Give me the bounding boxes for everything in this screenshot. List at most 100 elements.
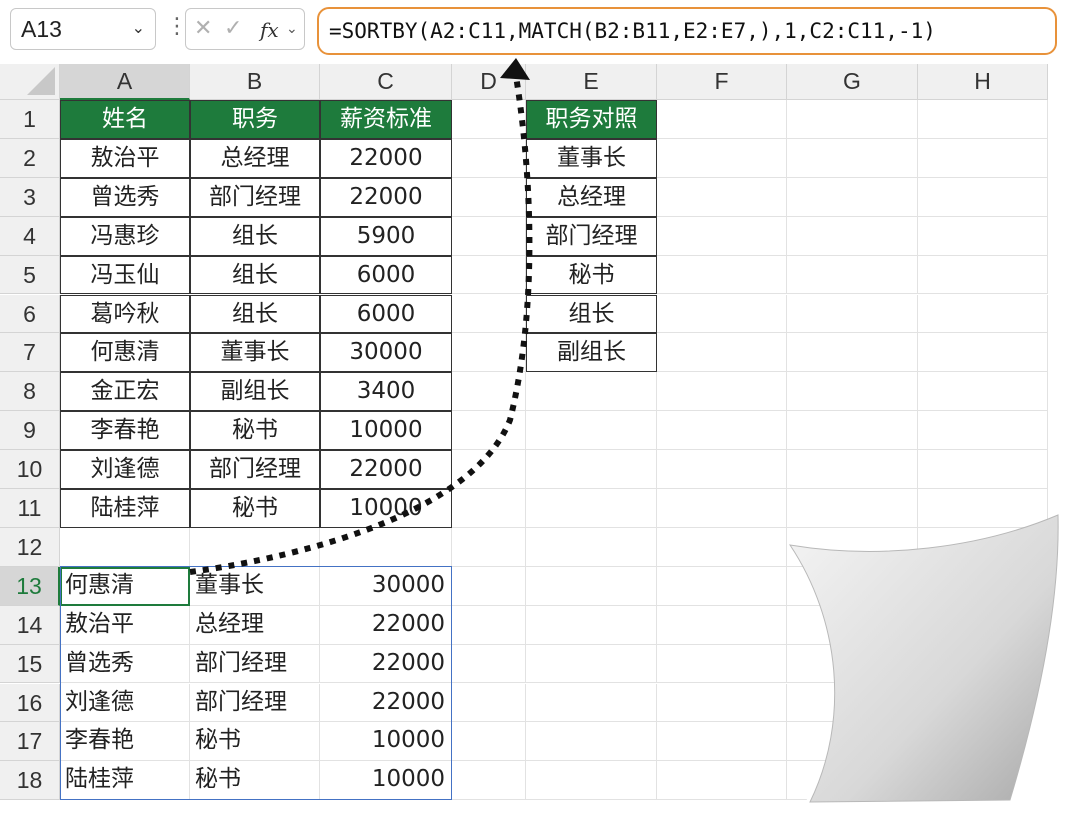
cell[interactable] — [452, 255, 526, 295]
result-cell[interactable]: 部门经理 — [190, 683, 320, 723]
cell[interactable] — [452, 100, 526, 139]
cell[interactable] — [452, 527, 526, 567]
cell[interactable] — [452, 450, 526, 489]
cell[interactable] — [452, 411, 526, 451]
cell[interactable] — [918, 450, 1048, 489]
table-cell[interactable]: 冯玉仙 — [60, 255, 190, 295]
cancel-icon[interactable]: ✕ — [194, 16, 212, 41]
cell[interactable] — [526, 683, 657, 723]
result-cell[interactable]: 30000 — [320, 566, 452, 606]
result-cell[interactable]: 总经理 — [190, 605, 320, 645]
cell[interactable] — [526, 411, 657, 451]
lookup-cell[interactable]: 总经理 — [526, 177, 657, 217]
row-header-18[interactable]: 18 — [0, 761, 60, 801]
table-cell[interactable]: 10000 — [320, 489, 452, 528]
column-header-g[interactable]: G — [787, 64, 918, 100]
row-header-2[interactable]: 2 — [0, 138, 60, 178]
table-cell[interactable]: 组长 — [190, 216, 320, 256]
cell[interactable] — [918, 605, 1048, 645]
cell[interactable] — [657, 489, 787, 528]
cell[interactable] — [787, 527, 918, 567]
column-header-a[interactable]: A — [60, 64, 190, 100]
table-header-cell[interactable]: 姓名 — [60, 100, 190, 139]
result-cell[interactable]: 刘逢德 — [60, 683, 190, 723]
cell[interactable] — [787, 411, 918, 451]
cell[interactable] — [657, 566, 787, 606]
cell[interactable] — [787, 722, 918, 762]
cell[interactable] — [657, 450, 787, 489]
row-header-6[interactable]: 6 — [0, 294, 60, 334]
table-cell[interactable]: 李春艳 — [60, 411, 190, 451]
cell[interactable] — [320, 527, 452, 567]
cell[interactable] — [657, 177, 787, 217]
cell[interactable] — [787, 372, 918, 412]
cell[interactable] — [787, 605, 918, 645]
cell[interactable] — [787, 761, 918, 801]
cell[interactable] — [452, 216, 526, 256]
cell[interactable] — [787, 177, 918, 217]
table-cell[interactable]: 总经理 — [190, 138, 320, 178]
table-cell[interactable]: 6000 — [320, 294, 452, 334]
row-header-17[interactable]: 17 — [0, 722, 60, 762]
cell[interactable] — [918, 372, 1048, 412]
table-cell[interactable]: 葛吟秋 — [60, 294, 190, 334]
result-cell[interactable]: 秘书 — [190, 722, 320, 762]
table-cell[interactable]: 10000 — [320, 411, 452, 451]
result-cell[interactable]: 董事长 — [190, 566, 320, 606]
result-cell[interactable]: 敖治平 — [60, 605, 190, 645]
active-cell[interactable]: 何惠清 — [60, 566, 190, 606]
cell[interactable] — [526, 566, 657, 606]
cell[interactable] — [918, 644, 1048, 684]
cell[interactable] — [190, 527, 320, 567]
cell[interactable] — [918, 722, 1048, 762]
cell[interactable] — [787, 216, 918, 256]
row-header-5[interactable]: 5 — [0, 255, 60, 295]
lookup-cell[interactable]: 董事长 — [526, 138, 657, 178]
cell[interactable] — [657, 527, 787, 567]
column-header-e[interactable]: E — [526, 64, 657, 100]
table-cell[interactable]: 22000 — [320, 138, 452, 178]
row-header-16[interactable]: 16 — [0, 683, 60, 723]
result-cell[interactable]: 曾选秀 — [60, 644, 190, 684]
cell[interactable] — [657, 216, 787, 256]
table-cell[interactable]: 冯惠珍 — [60, 216, 190, 256]
cell[interactable] — [526, 527, 657, 567]
cell[interactable] — [452, 489, 526, 528]
result-cell[interactable]: 李春艳 — [60, 722, 190, 762]
table-cell[interactable]: 董事长 — [190, 333, 320, 373]
row-header-3[interactable]: 3 — [0, 177, 60, 217]
column-header-h[interactable]: H — [918, 64, 1048, 100]
cell[interactable] — [60, 527, 190, 567]
table-cell[interactable]: 22000 — [320, 450, 452, 489]
cell[interactable] — [657, 761, 787, 801]
check-icon[interactable]: ✓ — [224, 16, 242, 41]
result-cell[interactable]: 22000 — [320, 644, 452, 684]
cell[interactable] — [918, 527, 1048, 567]
cell[interactable] — [918, 333, 1048, 373]
cell[interactable] — [657, 605, 787, 645]
lookup-cell[interactable]: 组长 — [526, 294, 657, 334]
cell[interactable] — [526, 761, 657, 801]
cell[interactable] — [452, 294, 526, 334]
cell[interactable] — [657, 100, 787, 139]
cell[interactable] — [526, 372, 657, 412]
lookup-cell[interactable]: 副组长 — [526, 333, 657, 373]
cell[interactable] — [526, 605, 657, 645]
table-cell[interactable]: 部门经理 — [190, 177, 320, 217]
cell[interactable] — [918, 138, 1048, 178]
table-cell[interactable]: 陆桂萍 — [60, 489, 190, 528]
cell[interactable] — [657, 294, 787, 334]
column-header-d[interactable]: D — [452, 64, 526, 100]
table-cell[interactable]: 金正宏 — [60, 372, 190, 412]
row-header-12[interactable]: 12 — [0, 527, 60, 567]
table-cell[interactable]: 6000 — [320, 255, 452, 295]
cell[interactable] — [452, 644, 526, 684]
cell[interactable] — [452, 177, 526, 217]
result-cell[interactable]: 10000 — [320, 722, 452, 762]
cell[interactable] — [657, 372, 787, 412]
table-cell[interactable]: 部门经理 — [190, 450, 320, 489]
cell[interactable] — [452, 605, 526, 645]
table-cell[interactable]: 敖治平 — [60, 138, 190, 178]
table-cell[interactable]: 秘书 — [190, 411, 320, 451]
cell[interactable] — [918, 100, 1048, 139]
